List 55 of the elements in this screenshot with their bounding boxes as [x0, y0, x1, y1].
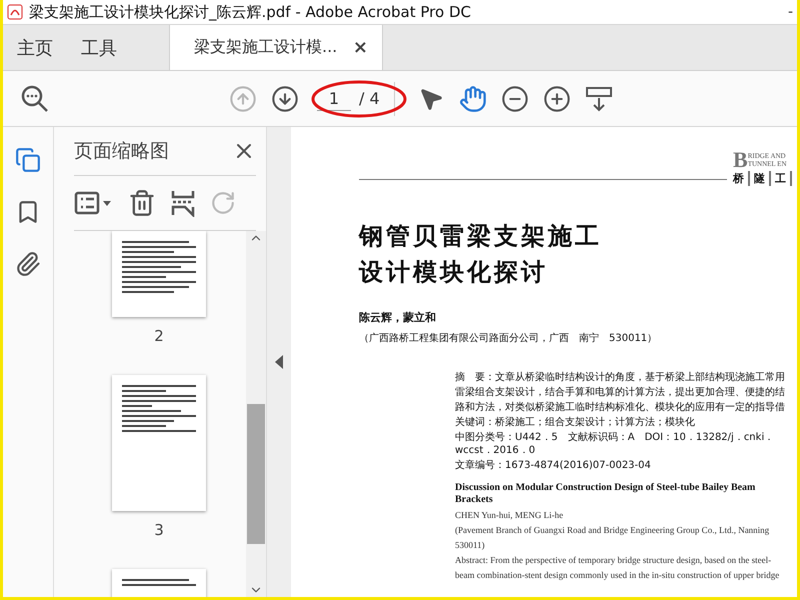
pages-icon	[15, 147, 41, 173]
minimize-button[interactable]: -	[788, 4, 797, 20]
nav-tab[interactable]: 工具	[67, 25, 131, 70]
pdf-app-icon	[7, 4, 23, 20]
scrollbar[interactable]	[246, 231, 266, 597]
insert-page-icon	[170, 189, 196, 217]
logo-character: 工	[775, 171, 792, 186]
abstract-line: 关键词：桥梁施工；组合支架设计；计算方法；模块化	[455, 416, 696, 429]
page-thumbnail[interactable]	[112, 375, 206, 511]
paperclip-icon	[15, 251, 41, 277]
rotate-icon	[210, 190, 236, 216]
article-title: 钢管贝雷梁支架施工	[359, 221, 603, 252]
page-number-field[interactable]: 1	[317, 86, 351, 110]
tab-label: 梁支架施工设计模...	[194, 37, 338, 58]
panel-title: 页面缩略图	[74, 139, 169, 164]
abstract-line: 中图分类号：U442．5 文献标识码：A DOI：10．13282/j．cnki．wccst．2016．0	[455, 431, 776, 457]
collapse-arrow-icon[interactable]	[275, 355, 283, 369]
article-title: 设计模块化探讨	[359, 257, 549, 288]
close-tab-button[interactable]: ×	[352, 37, 368, 58]
page-number-label: 3	[154, 521, 164, 539]
page-thumbnail[interactable]	[112, 569, 206, 597]
trash-icon	[128, 189, 156, 217]
insert-button[interactable]	[170, 189, 196, 217]
zoom-out-icon	[500, 84, 529, 112]
logo-character: 桥	[733, 171, 750, 186]
article-authors: 陈云辉，蒙立和	[359, 310, 437, 325]
english-affiliation: (Pavement Branch of Guangxi Road and Bridge Engineering Group Co., Ltd., Nanning	[455, 525, 770, 536]
english-affiliation: 530011)	[455, 540, 486, 551]
abstract-line: 路和方法，对类似桥梁施工临时结构标准化、模块化的应用有一定的指导借	[455, 401, 786, 414]
abstract-line: 摘 要：文章从桥梁临时结构设计的角度，基于桥梁上部结构现浇施工常用	[455, 371, 786, 384]
delete-button[interactable]	[128, 189, 156, 217]
logo-initial: B	[733, 149, 748, 171]
scroll-mode-icon	[584, 84, 613, 112]
pages-panel-button[interactable]	[15, 147, 41, 173]
page-thumbnail[interactable]	[112, 231, 206, 317]
english-title: Discussion on Modular Construction Design of Steel-tube Bailey Beam Brackets	[455, 482, 756, 506]
options-button[interactable]	[74, 190, 114, 216]
scrollbar-thumb[interactable]	[247, 404, 265, 544]
attachment-panel-button[interactable]	[15, 251, 41, 277]
english-authors: CHEN Yun-hui, MENG Li-he	[455, 510, 564, 521]
english-abstract-line: Abstract: From the perspective of temporary bridge structure design, based on the steel-	[455, 555, 772, 566]
zoom-in-icon	[542, 84, 571, 112]
list-options-icon	[74, 190, 114, 216]
page-total: / 4	[359, 89, 380, 108]
abstract-line: 雷梁组合支架设计，结合手算和电算的计算方法，提出更加合理、便捷的结	[455, 386, 786, 399]
search-icon	[20, 84, 50, 114]
page-number-label: 2	[154, 327, 164, 345]
nav-tab[interactable]: 主页	[3, 25, 67, 70]
logo-character: 隧	[754, 171, 771, 186]
hand-icon	[458, 84, 487, 112]
article-affiliation: （广西路桥工程集团有限公司路面分公司，广西 南宁 530011）	[359, 332, 658, 345]
abstract-line: 文章编号：1673-4874(2016)07-0023-04	[455, 459, 652, 472]
window-title: 梁支架施工设计模块化探讨_陈云辉.pdf - Adobe Acrobat Pro DC	[29, 2, 472, 22]
document-tab[interactable]: 梁支架施工设计模... ×	[169, 25, 383, 70]
english-abstract-line: beam combination-stent design commonly used in the in-situ construction of upper bridge	[455, 570, 780, 581]
